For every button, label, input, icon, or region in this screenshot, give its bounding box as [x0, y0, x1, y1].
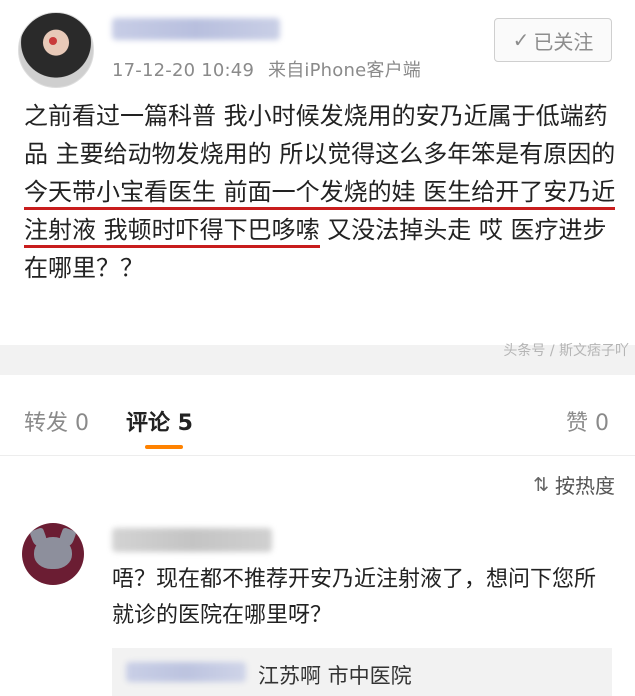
author-name-redacted[interactable]	[112, 18, 280, 40]
post-meta: 17-12-20 10:49 来自iPhone客户端	[112, 56, 421, 82]
replier-name-redacted[interactable]	[126, 662, 246, 682]
avatar-earring	[49, 37, 57, 45]
tab-comments[interactable]: 评论 5	[126, 405, 193, 437]
reply-text: 江苏啊 市中医院	[258, 664, 412, 688]
commenter-name-redacted[interactable]	[112, 528, 272, 552]
tab-likes[interactable]: 赞 0	[566, 405, 609, 437]
follow-button[interactable]: ✓ 已关注	[494, 18, 612, 62]
sort-label: 按热度	[555, 474, 615, 498]
author-avatar[interactable]	[18, 12, 94, 88]
weibo-post: 17-12-20 10:49 来自iPhone客户端 ✓ 已关注 之前看过一篇科…	[0, 0, 635, 345]
commenter-avatar[interactable]	[22, 523, 84, 585]
post-source: 来自iPhone客户端	[268, 60, 421, 81]
tab-repost[interactable]: 转发 0	[24, 405, 89, 437]
active-tab-indicator	[145, 445, 183, 449]
post-body: 之前看过一篇科普 我小时候发烧用的安乃近属于低端药品 主要给动物发烧用的 所以觉…	[24, 97, 624, 287]
check-icon: ✓	[512, 28, 530, 52]
watermark: 头条号 / 斯文痞子吖	[503, 343, 629, 359]
sort-by-hot-button[interactable]: ⇅ 按热度	[533, 470, 615, 499]
avatar-face	[34, 537, 72, 569]
comment-text: 唔？现在都不推荐开安乃近注射液了，想问下您所就诊的医院在哪里呀？	[112, 567, 597, 628]
post-text-start: 之前看过一篇科普 我小时候发烧用的安乃近属于低端药品 主要给动物发烧用的 所以觉…	[24, 102, 616, 168]
follow-label: 已关注	[533, 29, 594, 54]
post-timestamp: 17-12-20 10:49	[112, 60, 255, 81]
interaction-tabs: 转发 0 评论 5 赞 0	[0, 375, 635, 456]
sort-icon: ⇅	[533, 473, 549, 496]
reply-box[interactable]: 江苏啊 市中医院	[112, 648, 612, 696]
